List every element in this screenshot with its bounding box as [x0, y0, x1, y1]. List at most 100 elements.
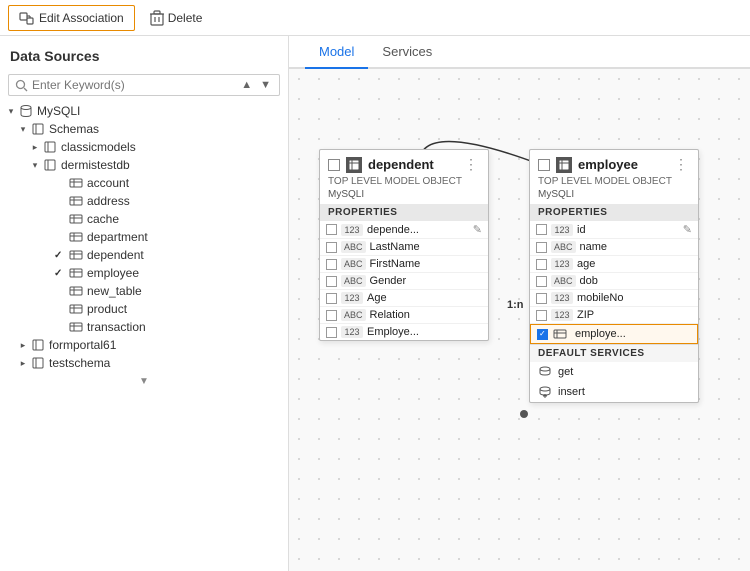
check-transaction [54, 321, 66, 333]
address-label: address [87, 194, 130, 208]
search-down-arrow[interactable]: ▼ [258, 79, 273, 91]
tree-item-cache[interactable]: cache [0, 210, 288, 228]
employee-card-header: employee ⋮ [530, 150, 698, 175]
employee-label: employee [87, 266, 139, 280]
prop-check-emp-employeeid[interactable] [537, 329, 548, 340]
caret-schemas [16, 124, 30, 135]
service-name-get: get [558, 366, 573, 378]
prop-check-firstname[interactable] [326, 259, 337, 270]
tree-item-transaction[interactable]: transaction [0, 318, 288, 336]
prop-type-name: ABC [551, 241, 576, 253]
table-icon-product [68, 302, 84, 316]
dependent-label: dependent [87, 248, 144, 262]
prop-check-dob[interactable] [536, 276, 547, 287]
tree-item-new-table[interactable]: new_table [0, 282, 288, 300]
employee-card-checkbox[interactable] [538, 159, 550, 171]
table-icon-account [68, 176, 84, 190]
table-icon-address [68, 194, 84, 208]
prop-row-lastname: ABC LastName [320, 239, 488, 256]
prop-row-id: 123 id ✎ [530, 221, 698, 239]
tree-item-product[interactable]: product [0, 300, 288, 318]
employee-card-menu[interactable]: ⋮ [672, 156, 690, 173]
prop-name-zip: ZIP [577, 309, 692, 321]
dependent-props-header: PROPERTIES [320, 204, 488, 221]
tree-item-testschema[interactable]: testschema [0, 354, 288, 372]
delete-button[interactable]: Delete [139, 5, 214, 31]
prop-key-id: ✎ [683, 223, 692, 236]
prop-row-employeeid: 123 Employe... [320, 324, 488, 340]
sidebar: Data Sources ▲ ▼ MySQLI [0, 36, 289, 571]
prop-check-dependeid[interactable] [326, 224, 337, 235]
check-employee: ✓ [54, 267, 66, 279]
tree-item-employee[interactable]: ✓ employee [0, 264, 288, 282]
tree-item-account[interactable]: account [0, 174, 288, 192]
cache-label: cache [87, 212, 119, 226]
prop-row-gender: ABC Gender [320, 273, 488, 290]
relation-label: 1:n [507, 299, 524, 311]
caret-mysql [4, 106, 18, 117]
tree-item-schemas[interactable]: Schemas [0, 120, 288, 138]
prop-check-name[interactable] [536, 242, 547, 253]
tab-services[interactable]: Services [368, 36, 446, 69]
prop-check-employeeid[interactable] [326, 327, 337, 338]
service-row-insert[interactable]: insert [530, 382, 698, 402]
model-card-dependent: dependent ⋮ TOP LEVEL MODEL OBJECT MySQL… [319, 149, 489, 341]
caret-classicmodels [28, 142, 42, 153]
tree-item-address[interactable]: address [0, 192, 288, 210]
check-department [54, 231, 66, 243]
tree-item-formportal61[interactable]: formportal61 [0, 336, 288, 354]
prop-row-firstname: ABC FirstName [320, 256, 488, 273]
scroll-down-indicator[interactable]: ▼ [0, 372, 288, 391]
transaction-label: transaction [87, 320, 146, 334]
employee-card-subtitle: TOP LEVEL MODEL OBJECT [530, 175, 698, 188]
employee-props-header: PROPERTIES [530, 204, 698, 221]
employee-card-db: MySQLI [530, 188, 698, 204]
account-label: account [87, 176, 129, 190]
prop-check-gender[interactable] [326, 276, 337, 287]
prop-row-zip: 123 ZIP [530, 307, 698, 324]
tree-item-dermistestdb[interactable]: dermistestdb [0, 156, 288, 174]
tree-item-dependent[interactable]: ✓ dependent [0, 246, 288, 264]
prop-row-emp-age: 123 age [530, 256, 698, 273]
tab-model[interactable]: Model [305, 36, 368, 69]
search-bar: ▲ ▼ [8, 74, 280, 96]
prop-row-name: ABC name [530, 239, 698, 256]
tree-item-classicmodels[interactable]: classicmodels [0, 138, 288, 156]
table-icon-department [68, 230, 84, 244]
check-address [54, 195, 66, 207]
formportal61-label: formportal61 [49, 338, 116, 352]
prop-check-zip[interactable] [536, 310, 547, 321]
search-up-arrow[interactable]: ▲ [239, 79, 254, 91]
prop-check-emp-age[interactable] [536, 259, 547, 270]
prop-type-lastname: ABC [341, 241, 366, 253]
formportal61-icon [30, 338, 46, 352]
caret-dermistestdb [28, 160, 42, 171]
prop-name-relation: Relation [370, 309, 482, 321]
edit-association-button[interactable]: Edit Association [8, 5, 135, 31]
db-icon [18, 104, 34, 118]
prop-name-dependeid: depende... [367, 224, 469, 236]
schemas-icon [30, 122, 46, 136]
prop-check-mobileno[interactable] [536, 293, 547, 304]
tree-container: MySQLI Schemas [0, 102, 288, 571]
dependent-card-menu[interactable]: ⋮ [462, 156, 480, 173]
prop-type-employeeid: 123 [341, 326, 363, 338]
service-row-get[interactable]: get [530, 362, 698, 382]
dependent-card-checkbox[interactable] [328, 159, 340, 171]
table-icon-transaction [68, 320, 84, 334]
tree-item-mysql[interactable]: MySQLI [0, 102, 288, 120]
prop-check-age[interactable] [326, 293, 337, 304]
dependent-card-title: dependent [368, 157, 456, 172]
caret-testschema [16, 358, 30, 369]
dependent-card-icon [346, 157, 362, 173]
prop-check-relation[interactable] [326, 310, 337, 321]
tree-item-department[interactable]: department [0, 228, 288, 246]
prop-row-emp-employeeid: employe... [530, 324, 698, 344]
prop-check-lastname[interactable] [326, 242, 337, 253]
employee-card-icon [556, 157, 572, 173]
prop-check-id[interactable] [536, 224, 547, 235]
sidebar-title: Data Sources [0, 36, 288, 70]
service-icon-get [538, 365, 552, 379]
search-input[interactable] [32, 78, 235, 92]
testschema-icon [30, 356, 46, 370]
